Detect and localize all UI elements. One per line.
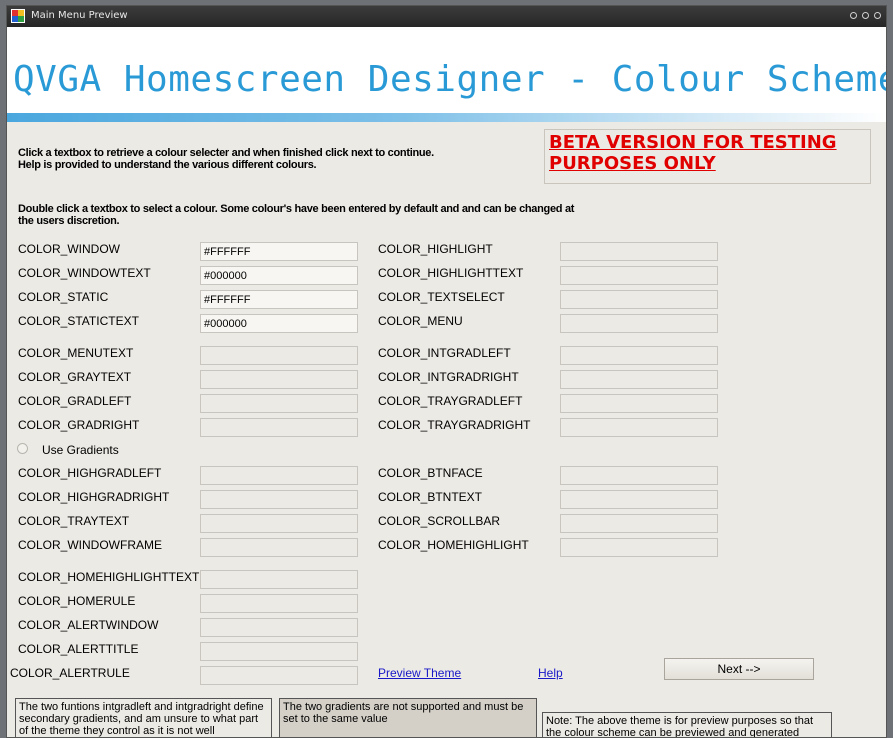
color-textbox[interactable]: #000000 [200,314,358,333]
color-textbox[interactable]: #FFFFFF [200,290,358,309]
color-label: COLOR_GRAYTEXT [18,370,132,384]
color-label: COLOR_ALERTTITLE [18,642,139,656]
color-textbox[interactable] [560,394,718,413]
intgrad-note: The two funtions intgradleft and intgrad… [15,698,272,737]
color-label: COLOR_MENUTEXT [18,346,134,360]
color-textbox[interactable] [200,394,358,413]
color-label: COLOR_WINDOWTEXT [18,266,151,280]
page-title: QVGA Homescreen Designer - Colour Scheme [13,59,887,100]
color-textbox[interactable] [200,538,358,557]
color-label: COLOR_HIGHLIGHT [378,242,493,256]
color-textbox[interactable] [200,570,358,589]
window-title: Main Menu Preview [31,10,128,21]
color-textbox[interactable] [560,490,718,509]
color-label: COLOR_WINDOWFRAME [18,538,162,552]
color-label: COLOR_INTGRADRIGHT [378,370,519,384]
color-label: COLOR_HIGHLIGHTTEXT [378,266,524,280]
color-label: COLOR_HIGHGRADRIGHT [18,490,170,504]
color-textbox[interactable] [200,346,358,365]
color-textbox[interactable] [200,466,358,485]
color-label: COLOR_INTGRADLEFT [378,346,511,360]
color-textbox[interactable] [200,514,358,533]
use-gradients-label[interactable]: Use Gradients [42,443,119,457]
color-textbox[interactable] [560,370,718,389]
instruction-line: Help is provided to understand the vario… [18,159,317,171]
color-label: COLOR_BTNFACE [378,466,483,480]
color-textbox[interactable] [200,594,358,613]
color-label: COLOR_GRADLEFT [18,394,132,408]
banner-gradient-rule [7,113,886,122]
close-button[interactable] [874,12,881,19]
color-textbox[interactable] [560,538,718,557]
color-label: COLOR_HOMEHIGHLIGHT [378,538,529,552]
color-label: COLOR_SCROLLBAR [378,514,501,528]
beta-notice-line: PURPOSES ONLY [549,153,716,174]
gradient-support-note: The two gradients are not supported and … [279,698,537,737]
color-textbox[interactable] [200,418,358,437]
color-label: COLOR_MENU [378,314,463,328]
color-label: COLOR_TEXTSELECT [378,290,505,304]
color-textbox[interactable] [200,666,358,685]
next-button[interactable]: Next --> [664,658,814,680]
color-label: COLOR_HOMERULE [18,594,136,608]
app-icon [11,9,25,23]
use-gradients-radio[interactable] [17,443,28,454]
color-label: COLOR_WINDOW [18,242,120,256]
color-label: COLOR_BTNTEXT [378,490,483,504]
main-menu-preview-window: Main Menu Preview QVGA Homescreen Design… [6,5,887,738]
instructions-text: Click a textbox to retrieve a colour sel… [18,147,434,171]
color-textbox[interactable] [560,242,718,261]
color-textbox[interactable] [560,514,718,533]
header-banner: QVGA Homescreen Designer - Colour Scheme [7,27,886,122]
beta-notice-box: BETA VERSION FOR TESTING PURPOSES ONLY [544,129,871,184]
color-label: COLOR_ALERTWINDOW [18,618,159,632]
color-textbox[interactable] [560,290,718,309]
color-textbox[interactable] [560,418,718,437]
preview-purpose-note: Note: The above theme is for preview pur… [542,712,832,737]
double-click-instructions: Double click a textbox to select a colou… [18,203,574,227]
color-textbox[interactable] [560,266,718,285]
color-label: COLOR_HIGHGRADLEFT [18,466,162,480]
color-label: COLOR_TRAYGRADLEFT [378,394,523,408]
color-label: COLOR_TRAYTEXT [18,514,130,528]
minimize-button[interactable] [850,12,857,19]
instruction-line: Double click a textbox to select a colou… [18,203,575,215]
color-textbox[interactable]: #FFFFFF [200,242,358,261]
color-textbox[interactable] [200,642,358,661]
beta-notice: BETA VERSION FOR TESTING PURPOSES ONLY [549,132,837,174]
instruction-line: the users discretion. [18,215,120,227]
color-textbox[interactable] [560,346,718,365]
beta-notice-line: BETA VERSION FOR TESTING [549,132,837,153]
color-label: COLOR_STATICTEXT [18,314,139,328]
color-label: COLOR_HOMEHIGHLIGHTTEXT [18,570,200,584]
color-textbox[interactable] [200,490,358,509]
color-textbox[interactable] [200,618,358,637]
color-textbox[interactable] [560,466,718,485]
help-link[interactable]: Help [538,666,563,680]
instruction-line: Click a textbox to retrieve a colour sel… [18,147,434,159]
maximize-button[interactable] [862,12,869,19]
color-label: COLOR_ALERTRULE [10,666,130,680]
color-label: COLOR_TRAYGRADRIGHT [378,418,531,432]
color-textbox[interactable]: #000000 [200,266,358,285]
preview-theme-link[interactable]: Preview Theme [378,666,461,680]
color-textbox[interactable] [200,370,358,389]
title-bar[interactable]: Main Menu Preview [7,6,886,27]
color-textbox[interactable] [560,314,718,333]
color-label: COLOR_STATIC [18,290,109,304]
color-label: COLOR_GRADRIGHT [18,418,140,432]
